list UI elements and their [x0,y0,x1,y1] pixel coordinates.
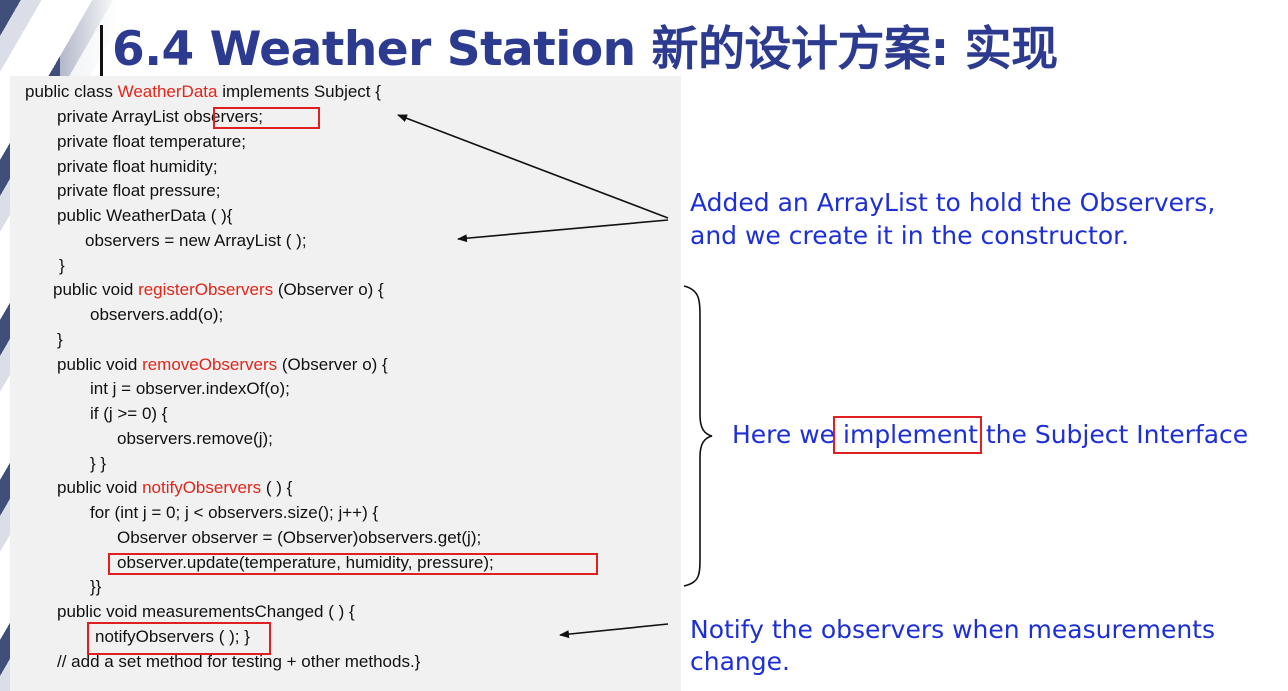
implement-word: implement [843,420,978,449]
annotation-text: Here we [732,420,844,449]
annotation-arraylist-line2: and we create it in the constructor. [690,221,1130,250]
annotation-notify-line2: change. [690,647,790,676]
annotation-arrows [397,114,713,639]
right-brace [683,285,713,587]
arrow-to-observers-field [397,114,669,219]
arrow-to-notify-call [559,623,669,639]
annotation-implement: Here we implement the Subject Interface [732,418,1248,451]
annotation-arraylist-line1: Added an ArrayList to hold the Observers… [690,188,1216,217]
annotation-notify-line1: Notify the observers when measurements [690,615,1215,644]
annotation-text: the Subject Interface [977,420,1249,449]
arrow-to-constructor [457,219,669,243]
